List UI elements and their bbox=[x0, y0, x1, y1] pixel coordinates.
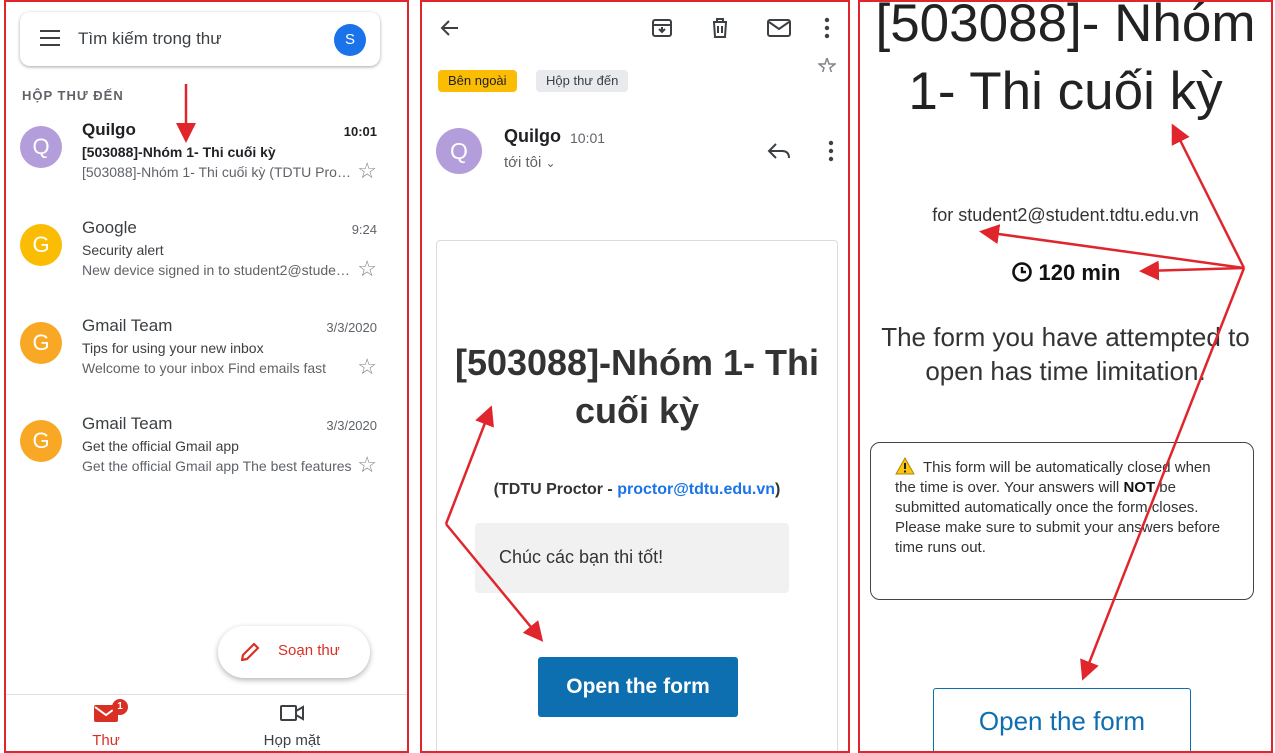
video-camera-icon bbox=[280, 705, 304, 721]
compose-button[interactable]: Soạn thư bbox=[218, 626, 370, 678]
proctor-email-link[interactable]: proctor@tdtu.edu.vn bbox=[617, 481, 775, 498]
search-bar[interactable]: Tìm kiếm trong thư S bbox=[20, 12, 380, 66]
recipient-label: tới tôi bbox=[504, 154, 542, 171]
reply-icon[interactable] bbox=[766, 140, 792, 162]
mail-snippet: [503088]-Nhóm 1- Thi cuối kỳ (TDTU Proct… bbox=[82, 164, 354, 180]
mail-time: 10:01 bbox=[343, 124, 377, 139]
nav-mail-label: Thư bbox=[92, 732, 120, 749]
compose-label: Soạn thư bbox=[278, 642, 340, 659]
proctor-prefix: (TDTU Proctor - bbox=[493, 481, 618, 498]
mail-time: 9:24 bbox=[351, 222, 377, 237]
time-limit-message: The form you have attempted to open has … bbox=[881, 322, 1250, 386]
tag-inbox[interactable]: Hộp thư đến bbox=[536, 70, 629, 92]
sender-avatar: G bbox=[20, 224, 62, 266]
sender-avatar: Q bbox=[436, 128, 482, 174]
inbox-section-label: HỘP THƯ ĐẾN bbox=[22, 88, 124, 103]
unread-badge: 1 bbox=[112, 699, 128, 715]
notice-box: This form will be automatically closed w… bbox=[870, 442, 1254, 600]
mail-sender: Gmail Team bbox=[82, 414, 173, 433]
inbox-panel: Tìm kiếm trong thư S HỘP THƯ ĐẾN Q Quilgo… bbox=[4, 0, 409, 753]
star-icon[interactable]: ☆ bbox=[357, 354, 377, 380]
form-open-button[interactable]: Open the form bbox=[933, 688, 1191, 751]
mail-subject: Tips for using your new inbox bbox=[82, 340, 264, 356]
sender-avatar: Q bbox=[20, 126, 62, 168]
message-time: 10:01 bbox=[570, 130, 606, 146]
sender-avatar: G bbox=[20, 420, 62, 462]
account-avatar[interactable]: S bbox=[334, 24, 366, 56]
star-icon[interactable]: ☆ bbox=[357, 256, 377, 282]
sender-name: Quilgo bbox=[504, 126, 561, 146]
menu-icon[interactable] bbox=[40, 30, 60, 46]
nav-mail[interactable]: 1 Thư bbox=[46, 699, 166, 749]
trash-icon[interactable] bbox=[708, 16, 732, 40]
archive-icon[interactable] bbox=[650, 16, 674, 40]
timer-value: 120 min bbox=[1038, 260, 1121, 285]
form-title: [503088]- Nhóm 1- Thi cuối kỳ bbox=[875, 0, 1256, 121]
mail-snippet: New device signed in to student2@student… bbox=[82, 262, 354, 278]
star-icon[interactable]: ☆ bbox=[357, 158, 377, 184]
mail-sender: Google bbox=[82, 218, 137, 237]
mail-list-item[interactable]: G Google 9:24 Security alert New device sign… bbox=[6, 216, 407, 306]
recipient-details[interactable]: tới tôi ⌄ bbox=[504, 154, 556, 171]
message-panel: Bên ngoài Hộp thư đến Q Quilgo 10:01 tới… bbox=[420, 0, 850, 753]
bottom-navigation: 1 Thư Họp mặt bbox=[6, 694, 407, 751]
form-panel: [503088]- Nhóm 1- Thi cuối kỳ for studen… bbox=[858, 0, 1273, 753]
mail-subject: Security alert bbox=[82, 242, 164, 258]
mark-unread-icon[interactable] bbox=[766, 16, 792, 40]
message-more-icon[interactable] bbox=[826, 139, 836, 163]
mail-list-item[interactable]: Q Quilgo 10:01 [503088]-Nhóm 1- Thi cuối kỳ… bbox=[6, 118, 407, 208]
mail-sender: Gmail Team bbox=[82, 316, 173, 335]
back-arrow-icon[interactable] bbox=[438, 16, 462, 40]
mail-snippet: Welcome to your inbox Find emails fast bbox=[82, 360, 327, 376]
warning-icon bbox=[895, 456, 915, 475]
message-title: [503088]-Nhóm 1- Thi cuối kỳ bbox=[454, 342, 820, 431]
search-placeholder[interactable]: Tìm kiếm trong thư bbox=[78, 29, 222, 49]
clock-icon bbox=[1011, 262, 1032, 282]
wish-box: Chúc các bạn thi tốt! bbox=[475, 523, 789, 593]
open-form-button[interactable]: Open the form bbox=[538, 657, 738, 717]
notice-bold: NOT bbox=[1123, 479, 1156, 496]
mail-sender: Quilgo bbox=[82, 120, 136, 139]
mail-time: 3/3/2020 bbox=[326, 320, 377, 335]
mail-list-item[interactable]: G Gmail Team 3/3/2020 Tips for using your n… bbox=[6, 314, 407, 404]
message-body-card: [503088]-Nhóm 1- Thi cuối kỳ (TDTU Proct… bbox=[436, 240, 838, 751]
star-icon[interactable]: ☆ bbox=[357, 452, 377, 478]
pencil-icon bbox=[240, 642, 260, 662]
form-timer: 120 min bbox=[860, 260, 1271, 286]
mail-time: 3/3/2020 bbox=[326, 418, 377, 433]
nav-meet-label: Họp mặt bbox=[263, 732, 321, 749]
wish-text: Chúc các bạn thi tốt! bbox=[499, 547, 664, 567]
more-options-icon[interactable] bbox=[822, 16, 832, 40]
nav-meet[interactable]: Họp mặt bbox=[232, 703, 352, 749]
mail-subject: [503088]-Nhóm 1- Thi cuối kỳ bbox=[82, 144, 276, 160]
tag-external[interactable]: Bên ngoài bbox=[438, 70, 517, 92]
form-recipient: for student2@student.tdtu.edu.vn bbox=[932, 205, 1199, 225]
sender-avatar: G bbox=[20, 322, 62, 364]
chevron-down-icon: ⌄ bbox=[545, 156, 556, 170]
star-icon[interactable] bbox=[818, 58, 836, 72]
mail-subject: Get the official Gmail app bbox=[82, 438, 239, 454]
proctor-line: (TDTU Proctor - proctor@tdtu.edu.vn) bbox=[437, 481, 837, 499]
proctor-suffix: ) bbox=[775, 481, 781, 498]
mail-snippet: Get the official Gmail app The best feat… bbox=[82, 458, 352, 474]
mail-list-item[interactable]: G Gmail Team 3/3/2020 Get the official Gmai… bbox=[6, 412, 407, 502]
